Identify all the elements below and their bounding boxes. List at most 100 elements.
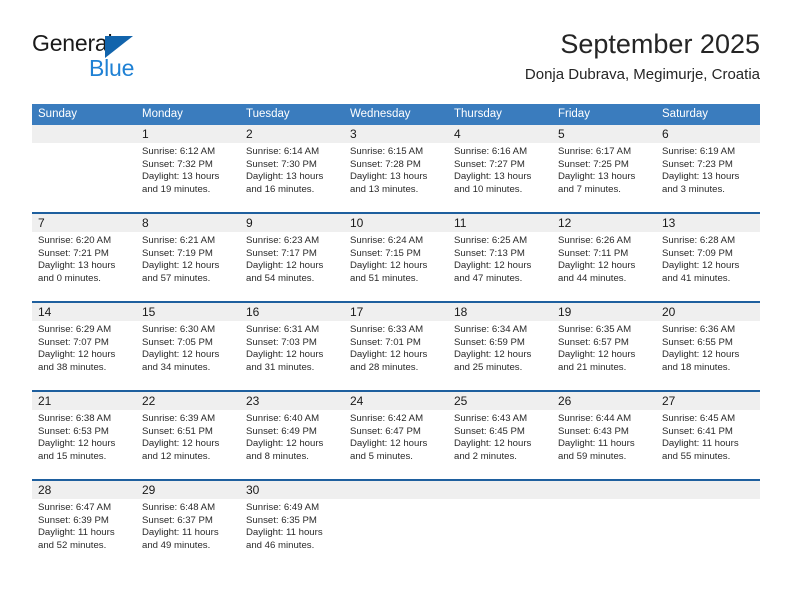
- calendar-day-cell[interactable]: 14 Sunrise: 6:29 AM Sunset: 7:07 PM Dayligh…: [32, 303, 136, 390]
- daylight-duration-line2: and 59 minutes.: [558, 450, 627, 462]
- day-details: [344, 499, 448, 502]
- calendar-day-cell[interactable]: 24 Sunrise: 6:42 AM Sunset: 6:47 PM Dayligh…: [344, 392, 448, 479]
- sunrise-time: Sunrise: 6:26 AM: [558, 235, 632, 246]
- sunset-time: Sunset: 6:55 PM: [662, 336, 733, 348]
- daylight-duration-line2: and 18 minutes.: [662, 361, 731, 373]
- weekday-header-thursday: Thursday: [454, 108, 502, 120]
- calendar-week-row: 1 Sunrise: 6:12 AM Sunset: 7:32 PM Daylight…: [32, 125, 760, 212]
- day-details: Sunrise: 6:30 AM Sunset: 7:05 PM Daylight:…: [136, 321, 240, 374]
- calendar-day-cell[interactable]: 28 Sunrise: 6:47 AM Sunset: 6:39 PM Dayligh…: [32, 481, 136, 568]
- daylight-duration-line1: Daylight: 13 hours: [662, 171, 740, 183]
- day-number: 15: [136, 303, 240, 321]
- day-number: 19: [552, 303, 656, 321]
- sunset-time: Sunset: 7:32 PM: [142, 158, 213, 170]
- daylight-duration-line2: and 15 minutes.: [38, 450, 107, 462]
- daylight-duration-line1: Daylight: 12 hours: [142, 260, 220, 272]
- day-details: Sunrise: 6:47 AM Sunset: 6:39 PM Daylight:…: [32, 499, 136, 552]
- calendar-day-cell[interactable]: 18 Sunrise: 6:34 AM Sunset: 6:59 PM Dayligh…: [448, 303, 552, 390]
- calendar-day-cell[interactable]: 2 Sunrise: 6:14 AM Sunset: 7:30 PM Daylight…: [240, 125, 344, 212]
- day-details: Sunrise: 6:33 AM Sunset: 7:01 PM Daylight:…: [344, 321, 448, 374]
- day-details: Sunrise: 6:34 AM Sunset: 6:59 PM Daylight:…: [448, 321, 552, 374]
- day-number: 13: [656, 214, 760, 232]
- daylight-duration-line1: Daylight: 13 hours: [38, 260, 116, 272]
- day-number: 25: [448, 392, 552, 410]
- daylight-duration-line1: Daylight: 13 hours: [246, 171, 324, 183]
- day-details: [552, 499, 656, 502]
- sunset-time: Sunset: 7:23 PM: [662, 158, 733, 170]
- calendar-day-cell[interactable]: 20 Sunrise: 6:36 AM Sunset: 6:55 PM Dayligh…: [656, 303, 760, 390]
- calendar-day-cell[interactable]: 9 Sunrise: 6:23 AM Sunset: 7:17 PM Daylight…: [240, 214, 344, 301]
- day-details: Sunrise: 6:16 AM Sunset: 7:27 PM Daylight:…: [448, 143, 552, 196]
- calendar-day-cell[interactable]: 19 Sunrise: 6:35 AM Sunset: 6:57 PM Dayligh…: [552, 303, 656, 390]
- calendar-day-cell[interactable]: 11 Sunrise: 6:25 AM Sunset: 7:13 PM Dayligh…: [448, 214, 552, 301]
- sunset-time: Sunset: 6:57 PM: [558, 336, 629, 348]
- day-details: Sunrise: 6:19 AM Sunset: 7:23 PM Daylight:…: [656, 143, 760, 196]
- calendar-day-cell[interactable]: 29 Sunrise: 6:48 AM Sunset: 6:37 PM Dayligh…: [136, 481, 240, 568]
- calendar-day-cell[interactable]: 17 Sunrise: 6:33 AM Sunset: 7:01 PM Dayligh…: [344, 303, 448, 390]
- general-blue-logo[interactable]: General Blue: [32, 30, 252, 88]
- calendar-day-cell[interactable]: 22 Sunrise: 6:39 AM Sunset: 6:51 PM Dayligh…: [136, 392, 240, 479]
- day-number: 11: [448, 214, 552, 232]
- calendar-day-cell[interactable]: 27 Sunrise: 6:45 AM Sunset: 6:41 PM Dayligh…: [656, 392, 760, 479]
- calendar-day-cell[interactable]: 25 Sunrise: 6:43 AM Sunset: 6:45 PM Dayligh…: [448, 392, 552, 479]
- day-details: Sunrise: 6:20 AM Sunset: 7:21 PM Daylight:…: [32, 232, 136, 285]
- day-number: 5: [552, 125, 656, 143]
- weekday-header-saturday: Saturday: [662, 108, 709, 120]
- calendar-day-cell[interactable]: 7 Sunrise: 6:20 AM Sunset: 7:21 PM Daylight…: [32, 214, 136, 301]
- daylight-duration-line2: and 57 minutes.: [142, 272, 211, 284]
- calendar-day-cell[interactable]: 3 Sunrise: 6:15 AM Sunset: 7:28 PM Daylight…: [344, 125, 448, 212]
- daylight-duration-line2: and 52 minutes.: [38, 539, 107, 551]
- day-details: Sunrise: 6:35 AM Sunset: 6:57 PM Daylight:…: [552, 321, 656, 374]
- calendar-day-cell[interactable]: 15 Sunrise: 6:30 AM Sunset: 7:05 PM Dayligh…: [136, 303, 240, 390]
- daylight-duration-line2: and 25 minutes.: [454, 361, 523, 373]
- daylight-duration-line1: Daylight: 12 hours: [246, 438, 324, 450]
- calendar-day-cell[interactable]: 6 Sunrise: 6:19 AM Sunset: 7:23 PM Daylight…: [656, 125, 760, 212]
- calendar-day-cell[interactable]: 8 Sunrise: 6:21 AM Sunset: 7:19 PM Daylight…: [136, 214, 240, 301]
- sunrise-time: Sunrise: 6:35 AM: [558, 324, 632, 335]
- weekday-header-tuesday: Tuesday: [246, 108, 290, 120]
- sunrise-time: Sunrise: 6:20 AM: [38, 235, 112, 246]
- calendar-day-cell-empty: [552, 481, 656, 568]
- calendar-day-cell[interactable]: 13 Sunrise: 6:28 AM Sunset: 7:09 PM Dayligh…: [656, 214, 760, 301]
- sunset-time: Sunset: 6:53 PM: [38, 425, 109, 437]
- sunset-time: Sunset: 7:03 PM: [246, 336, 317, 348]
- day-number: 2: [240, 125, 344, 143]
- sunrise-time: Sunrise: 6:42 AM: [350, 413, 424, 424]
- sunset-time: Sunset: 7:28 PM: [350, 158, 421, 170]
- daylight-duration-line1: Daylight: 12 hours: [558, 260, 636, 272]
- sunset-time: Sunset: 6:41 PM: [662, 425, 733, 437]
- weekday-header-wednesday: Wednesday: [350, 108, 411, 120]
- calendar-day-cell[interactable]: 21 Sunrise: 6:38 AM Sunset: 6:53 PM Dayligh…: [32, 392, 136, 479]
- calendar-day-cell[interactable]: 5 Sunrise: 6:17 AM Sunset: 7:25 PM Daylight…: [552, 125, 656, 212]
- sunset-time: Sunset: 7:09 PM: [662, 247, 733, 259]
- daylight-duration-line2: and 21 minutes.: [558, 361, 627, 373]
- daylight-duration-line1: Daylight: 13 hours: [350, 171, 428, 183]
- day-details: Sunrise: 6:38 AM Sunset: 6:53 PM Daylight:…: [32, 410, 136, 463]
- calendar-day-cell[interactable]: 10 Sunrise: 6:24 AM Sunset: 7:15 PM Dayligh…: [344, 214, 448, 301]
- daylight-duration-line1: Daylight: 11 hours: [246, 527, 323, 539]
- day-number: 27: [656, 392, 760, 410]
- calendar-day-cell[interactable]: 16 Sunrise: 6:31 AM Sunset: 7:03 PM Dayligh…: [240, 303, 344, 390]
- day-details: Sunrise: 6:49 AM Sunset: 6:35 PM Daylight:…: [240, 499, 344, 552]
- daylight-duration-line2: and 41 minutes.: [662, 272, 731, 284]
- day-details: Sunrise: 6:48 AM Sunset: 6:37 PM Daylight:…: [136, 499, 240, 552]
- day-number: [448, 481, 552, 499]
- daylight-duration-line2: and 19 minutes.: [142, 183, 211, 195]
- daylight-duration-line2: and 55 minutes.: [662, 450, 731, 462]
- daylight-duration-line1: Daylight: 11 hours: [142, 527, 219, 539]
- logo-text-blue: Blue: [89, 55, 135, 81]
- sunset-time: Sunset: 7:19 PM: [142, 247, 213, 259]
- calendar-day-cell[interactable]: 12 Sunrise: 6:26 AM Sunset: 7:11 PM Dayligh…: [552, 214, 656, 301]
- calendar-day-cell[interactable]: 4 Sunrise: 6:16 AM Sunset: 7:27 PM Daylight…: [448, 125, 552, 212]
- day-details: Sunrise: 6:28 AM Sunset: 7:09 PM Daylight:…: [656, 232, 760, 285]
- calendar-day-cell[interactable]: 23 Sunrise: 6:40 AM Sunset: 6:49 PM Dayligh…: [240, 392, 344, 479]
- calendar-day-cell[interactable]: 1 Sunrise: 6:12 AM Sunset: 7:32 PM Daylight…: [136, 125, 240, 212]
- calendar-day-cell[interactable]: 30 Sunrise: 6:49 AM Sunset: 6:35 PM Dayligh…: [240, 481, 344, 568]
- day-details: [32, 143, 136, 146]
- calendar-weeks: 1 Sunrise: 6:12 AM Sunset: 7:32 PM Daylight…: [32, 125, 760, 568]
- calendar-day-cell[interactable]: 26 Sunrise: 6:44 AM Sunset: 6:43 PM Dayligh…: [552, 392, 656, 479]
- daylight-duration-line2: and 47 minutes.: [454, 272, 523, 284]
- day-details: Sunrise: 6:24 AM Sunset: 7:15 PM Daylight:…: [344, 232, 448, 285]
- daylight-duration-line2: and 7 minutes.: [558, 183, 621, 195]
- weekday-header-sunday: Sunday: [38, 108, 78, 120]
